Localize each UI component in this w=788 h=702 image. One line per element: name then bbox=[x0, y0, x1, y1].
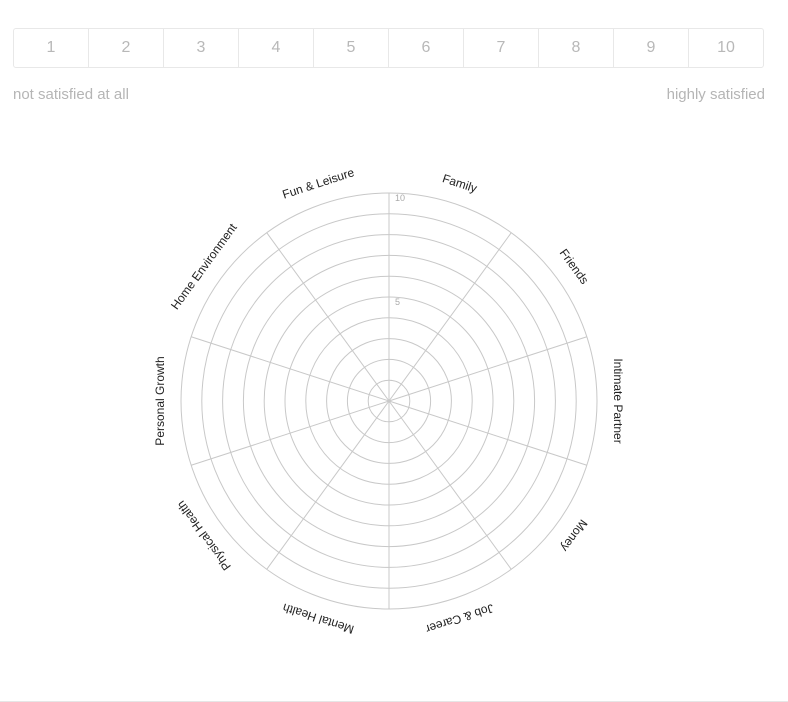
wheel-spoke bbox=[266, 232, 390, 402]
segment-label-job-career: Job & Career bbox=[424, 601, 496, 636]
segment-label-money: Money bbox=[558, 517, 591, 554]
ring-label-10: 10 bbox=[395, 193, 405, 203]
wheel-spoke bbox=[388, 400, 512, 570]
segment-label-personal-growth: Personal Growth bbox=[153, 356, 167, 445]
ring-label-5: 5 bbox=[395, 297, 400, 307]
segment-label-friends: Friends bbox=[557, 246, 592, 287]
segment-label-physical-health: Physical Health bbox=[174, 498, 234, 573]
wheel-spoke bbox=[388, 232, 512, 402]
segment-label-intimate-partner: Intimate Partner bbox=[611, 358, 625, 443]
segment-label-family: Family bbox=[441, 171, 479, 195]
segment-label-mental-health: Mental Health bbox=[281, 601, 356, 637]
segment-label-home-environment: Home Environment bbox=[168, 220, 240, 312]
wheel-of-life: 10 5 Family Friends Intimate Partner Money Job… bbox=[153, 165, 625, 637]
wheel-spoke bbox=[266, 400, 390, 570]
segment-label-fun-leisure: Fun & Leisure bbox=[281, 165, 357, 202]
